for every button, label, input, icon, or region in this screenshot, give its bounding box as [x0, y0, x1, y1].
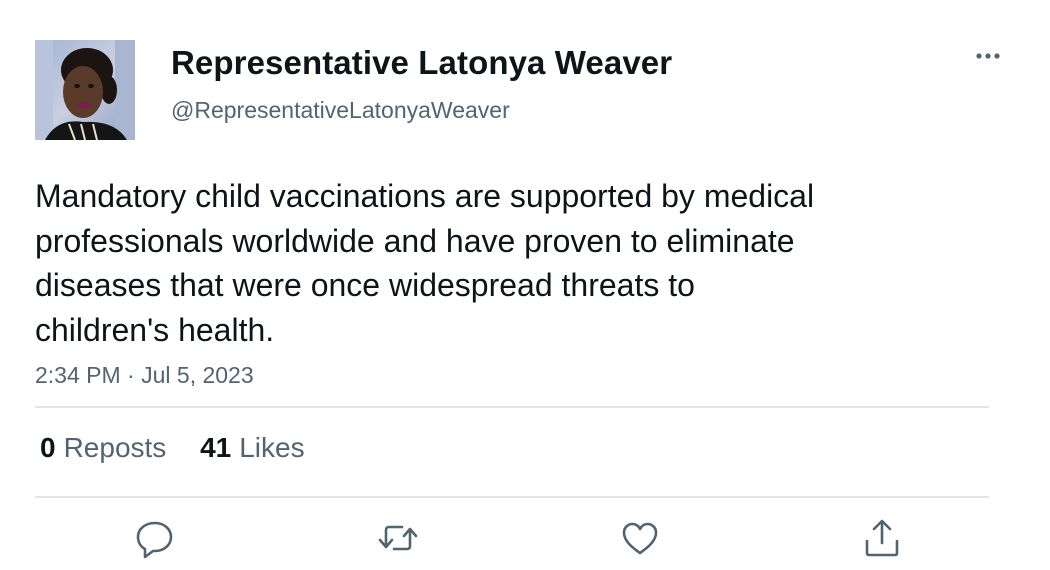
profile-photo-icon	[35, 40, 135, 140]
tweet-text-line: professionals worldwide and have proven …	[35, 222, 795, 259]
reposts-count: 0	[40, 432, 56, 463]
repost-icon	[378, 525, 418, 551]
avatar[interactable]	[35, 40, 135, 140]
reply-icon	[136, 521, 173, 559]
tweet-text-line: children's health.	[35, 311, 275, 348]
more-options-button[interactable]	[970, 44, 1006, 68]
share-icon	[865, 519, 899, 557]
reposts-label: Reposts	[63, 432, 167, 463]
likes-stat[interactable]: 41 Likes	[200, 432, 305, 464]
divider	[35, 406, 989, 408]
share-button[interactable]	[860, 516, 904, 560]
heart-icon	[622, 522, 658, 555]
reply-button[interactable]	[133, 516, 177, 560]
engagement-stats: 0 Reposts 41 Likes	[40, 432, 305, 464]
divider	[35, 496, 989, 498]
tweet-time: 2:34 PM	[35, 362, 121, 388]
tweet-text-line: diseases that were once widespread threa…	[35, 267, 695, 303]
tweet-date: Jul 5, 2023	[141, 362, 254, 388]
display-name[interactable]: Representative Latonya Weaver	[171, 44, 672, 82]
timestamp-separator: ·	[127, 362, 135, 388]
user-handle[interactable]: @RepresentativeLatonyaWeaver	[171, 97, 510, 124]
like-button[interactable]	[618, 516, 662, 560]
repost-button[interactable]	[376, 516, 420, 560]
tweet-text: Mandatory child vaccinations are support…	[35, 174, 935, 352]
tweet-text-line: Mandatory child vaccinations are support…	[35, 178, 815, 214]
more-dots-icon	[976, 53, 1000, 59]
likes-count: 41	[200, 432, 232, 463]
reposts-stat[interactable]: 0 Reposts	[40, 432, 166, 464]
timestamp[interactable]: 2:34 PM · Jul 5, 2023	[35, 362, 254, 389]
likes-label: Likes	[239, 432, 305, 463]
